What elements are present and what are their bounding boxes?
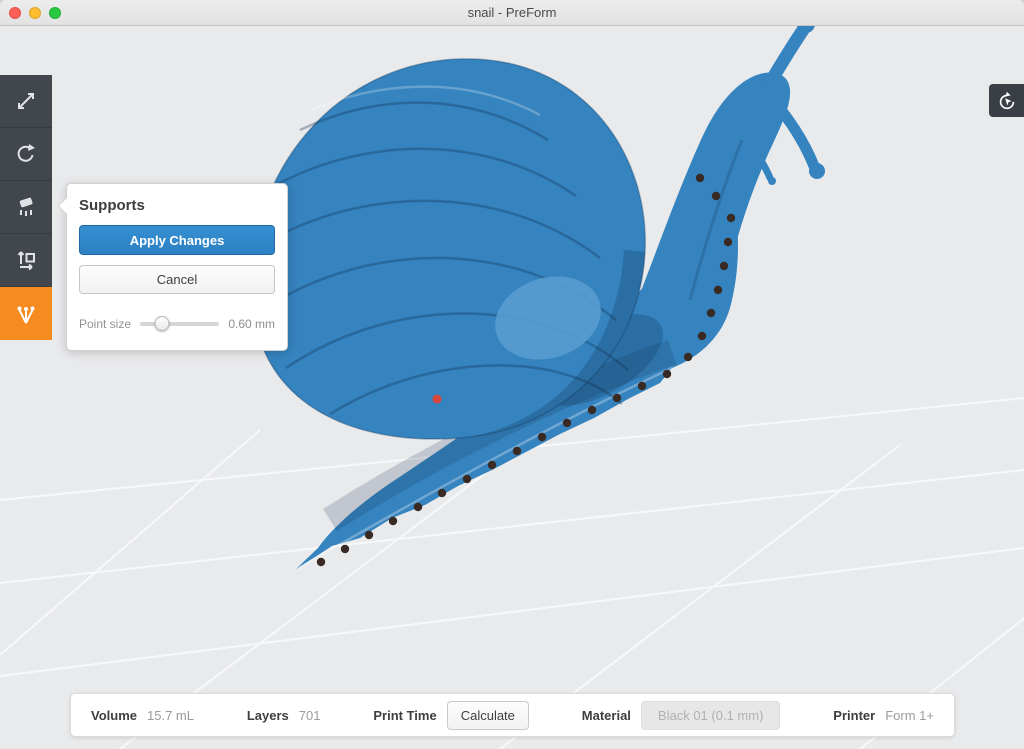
calculate-button[interactable]: Calculate xyxy=(447,701,529,730)
close-button[interactable] xyxy=(9,7,21,19)
app-window: snail - PreForm xyxy=(0,0,1024,749)
viewport-3d[interactable] xyxy=(0,0,1024,749)
material-select[interactable]: Black 01 (0.1 mm) xyxy=(641,701,780,730)
support-point[interactable] xyxy=(588,406,596,414)
window-title: snail - PreForm xyxy=(0,0,1024,26)
status-bar: Volume 15.7 mL Layers 701 Print Time Cal… xyxy=(70,693,955,737)
layout-icon xyxy=(14,248,38,272)
layers-stat: Layers 701 xyxy=(247,708,321,723)
support-point[interactable] xyxy=(365,531,373,539)
left-toolbar xyxy=(0,75,52,340)
rotate-tool-button[interactable] xyxy=(0,128,52,181)
title-bar: snail - PreForm xyxy=(0,0,1024,26)
support-point[interactable] xyxy=(341,545,349,553)
support-point[interactable] xyxy=(707,309,715,317)
orbit-view-icon xyxy=(996,90,1018,112)
scale-tool-button[interactable] xyxy=(0,75,52,128)
support-point[interactable] xyxy=(488,461,496,469)
support-point[interactable] xyxy=(613,394,621,402)
snail-model[interactable] xyxy=(252,15,825,570)
apply-changes-button[interactable]: Apply Changes xyxy=(79,225,275,255)
printer-label: Printer xyxy=(833,708,875,723)
printer-value: Form 1+ xyxy=(885,708,934,723)
volume-value: 15.7 mL xyxy=(147,708,194,723)
window-controls xyxy=(9,7,61,19)
print-time-label: Print Time xyxy=(373,708,436,723)
zoom-button[interactable] xyxy=(49,7,61,19)
support-point[interactable] xyxy=(438,489,446,497)
cancel-button[interactable]: Cancel xyxy=(79,265,275,294)
highlighted-support-point[interactable] xyxy=(433,395,442,404)
support-point[interactable] xyxy=(463,475,471,483)
supports-tool-button[interactable] xyxy=(0,181,52,234)
volume-stat: Volume 15.7 mL xyxy=(91,708,194,723)
support-point[interactable] xyxy=(720,262,728,270)
layout-tool-button[interactable] xyxy=(0,234,52,287)
support-point[interactable] xyxy=(724,238,732,246)
support-point[interactable] xyxy=(538,433,546,441)
point-size-row: Point size 0.60 mm xyxy=(79,316,275,332)
popup-arrow xyxy=(59,198,67,214)
edit-supports-tool-button[interactable] xyxy=(0,287,52,340)
support-point[interactable] xyxy=(727,214,735,222)
support-point[interactable] xyxy=(663,370,671,378)
point-size-slider-thumb[interactable] xyxy=(155,316,170,331)
volume-label: Volume xyxy=(91,708,137,723)
material-label: Material xyxy=(582,708,631,723)
support-point[interactable] xyxy=(513,447,521,455)
material-stat: Material Black 01 (0.1 mm) xyxy=(582,701,781,730)
support-point[interactable] xyxy=(696,174,704,182)
support-point[interactable] xyxy=(714,286,722,294)
layers-value: 701 xyxy=(299,708,321,723)
support-point[interactable] xyxy=(698,332,706,340)
support-point[interactable] xyxy=(317,558,325,566)
point-size-slider[interactable] xyxy=(140,316,219,332)
point-size-label: Point size xyxy=(79,317,131,331)
support-point[interactable] xyxy=(638,382,646,390)
support-point[interactable] xyxy=(684,353,692,361)
edit-supports-icon xyxy=(14,302,38,326)
print-time-stat: Print Time Calculate xyxy=(373,701,529,730)
supports-panel-title: Supports xyxy=(79,197,275,214)
point-size-slider-track xyxy=(140,322,219,326)
minimize-button[interactable] xyxy=(29,7,41,19)
layers-label: Layers xyxy=(247,708,289,723)
support-point[interactable] xyxy=(389,517,397,525)
point-size-value: 0.60 mm xyxy=(228,317,275,331)
supports-panel: Supports Apply Changes Cancel Point size… xyxy=(66,183,288,351)
orbit-view-button[interactable] xyxy=(989,84,1024,117)
support-point[interactable] xyxy=(414,503,422,511)
support-point[interactable] xyxy=(563,419,571,427)
supports-icon xyxy=(14,195,38,219)
printer-stat: Printer Form 1+ xyxy=(833,708,934,723)
support-point[interactable] xyxy=(712,192,720,200)
rotate-icon xyxy=(14,142,38,166)
scale-icon xyxy=(14,89,38,113)
